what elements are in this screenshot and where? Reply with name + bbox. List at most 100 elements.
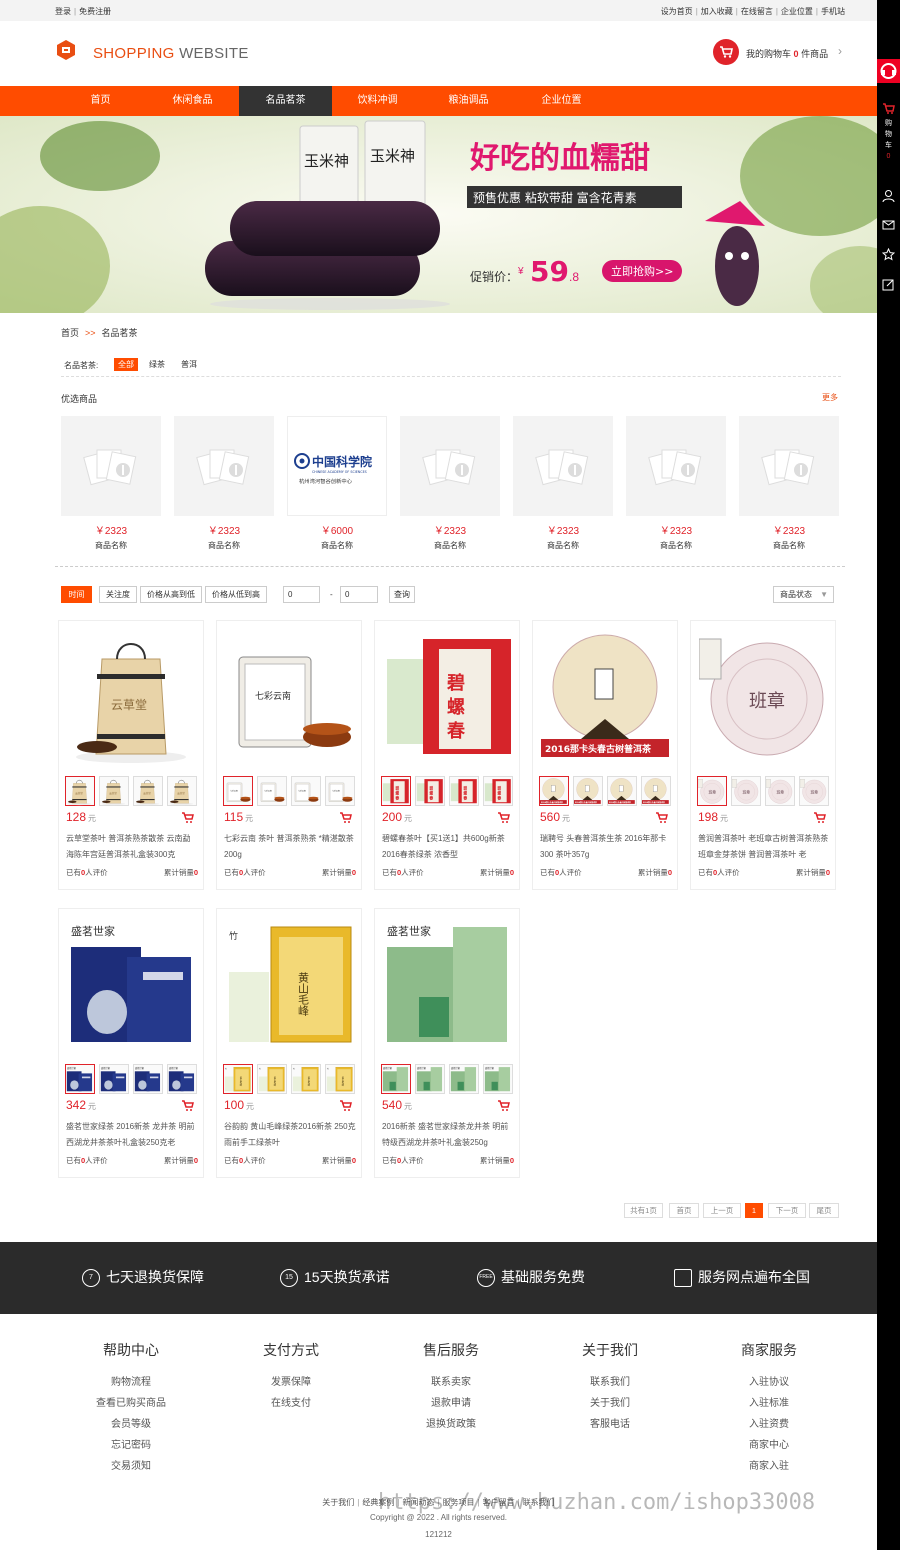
featured-item[interactable]: ￥2323 商品名称 (174, 416, 274, 552)
product-thumbnail[interactable]: 七彩云南 (325, 776, 355, 806)
product-thumbnail[interactable]: 2016那卡头春古树普洱茶 (573, 776, 603, 806)
logo-icon[interactable] (55, 39, 77, 61)
page-last-button[interactable]: 尾页 (809, 1203, 839, 1218)
company-location-link[interactable]: 企业位置 (781, 7, 813, 16)
product-title[interactable]: 七彩云南 茶叶 普洱茶熟茶 *精湛散茶 200g (224, 831, 356, 863)
featured-name[interactable]: 商品名称 (400, 540, 500, 551)
sort-price-desc-button[interactable]: 价格从高到低 (140, 586, 202, 603)
product-image[interactable]: 盛茗世家 (67, 917, 195, 1057)
product-title[interactable]: 碧螺春茶叶【买1送1】共600g新茶2016春茶绿茶 浓香型 (382, 831, 514, 863)
add-to-cart-icon[interactable] (181, 1100, 195, 1112)
product-title[interactable]: 普润普洱茶叶 老班章古树普洱茶熟茶班章金芽茶饼 普润普洱茶叶 老 (698, 831, 830, 863)
product-card[interactable]: 黄山毛峰竹 黄山毛峰竹黄山毛峰竹黄山毛峰竹黄山毛峰竹 100 元 谷韵韵 黄山毛峰… (216, 908, 362, 1178)
online-message-link[interactable]: 在线留言 (741, 7, 773, 16)
product-thumbnail[interactable]: 盛茗世家 (99, 1064, 129, 1094)
footer-link[interactable]: 购物流程 (71, 1372, 191, 1393)
product-title[interactable]: 云草堂茶叶 普洱茶熟茶散茶 云南勐海陈年宫廷普洱茶礼盒装300克 (66, 831, 198, 863)
filter-option-all[interactable]: 全部 (114, 358, 138, 371)
promo-banner[interactable]: 玉米神 玉米神 好吃的血糯甜 预售优惠 粘软带甜 富含花青素 促销价： ¥ 59… (0, 116, 877, 313)
footer-link[interactable]: 退款申请 (391, 1393, 511, 1414)
product-image[interactable]: 云草堂 (67, 629, 195, 769)
add-to-cart-icon[interactable] (813, 812, 827, 824)
featured-name[interactable]: 商品名称 (61, 540, 161, 551)
product-thumbnail[interactable]: 班章 (731, 776, 761, 806)
footer-link[interactable]: 忘记密码 (71, 1435, 191, 1456)
footer-link[interactable]: 会员等级 (71, 1414, 191, 1435)
product-thumbnail[interactable]: 七彩云南 (291, 776, 321, 806)
set-homepage-link[interactable]: 设为首页 (661, 7, 693, 16)
product-thumbnail[interactable]: 班章 (697, 776, 727, 806)
product-thumbnail[interactable]: 碧螺春 (381, 776, 411, 806)
product-image[interactable]: 碧螺春 (383, 629, 511, 769)
user-icon[interactable] (882, 189, 895, 203)
footer-link[interactable]: 查看已购买商品 (71, 1393, 191, 1414)
product-card[interactable]: 碧螺春 碧螺春碧螺春碧螺春碧螺春 200 元 碧螺春茶叶【买1送1】共600g新茶… (374, 620, 520, 890)
banner-cta[interactable]: 立即抢购>> (611, 264, 673, 278)
product-thumbnail[interactable]: 班章 (765, 776, 795, 806)
query-button[interactable]: 查询 (389, 586, 415, 603)
sort-by-time-button[interactable]: 时间 (61, 586, 92, 603)
sort-by-popularity-button[interactable]: 关注度 (99, 586, 137, 603)
product-thumbnail[interactable]: 盛茗世家 (167, 1064, 197, 1094)
product-thumbnail[interactable]: 黄山毛峰 竹 (257, 1064, 287, 1094)
product-thumbnail[interactable]: 黄山毛峰 竹 (291, 1064, 321, 1094)
product-thumbnail[interactable]: 盛茗世家 (381, 1064, 411, 1094)
product-image[interactable]: 黄山毛峰 竹 (225, 917, 353, 1057)
footer-bottom-link[interactable]: 关于我们 (322, 1498, 354, 1507)
footer-link[interactable]: 联系我们 (550, 1372, 670, 1393)
product-thumbnail[interactable]: 云草堂 (99, 776, 129, 806)
footer-link[interactable]: 入驻标准 (709, 1393, 829, 1414)
nav-item-home[interactable]: 首页 (63, 86, 138, 116)
nav-item-location[interactable]: 企业位置 (524, 86, 599, 116)
featured-more-link[interactable]: 更多 (822, 392, 838, 403)
product-thumbnail[interactable]: 盛茗世家 (65, 1064, 95, 1094)
page-prev-button[interactable]: 上一页 (703, 1203, 741, 1218)
price-max-input[interactable]: 0 (340, 586, 378, 603)
filter-option-green-tea[interactable]: 绿茶 (145, 358, 169, 371)
product-card[interactable]: 盛茗世家 盛茗世家 盛茗世家 盛茗世家 盛茗世家 540 元 2016新茶 盛茗世家绿茶… (374, 908, 520, 1178)
add-to-cart-icon[interactable] (655, 812, 669, 824)
featured-name[interactable]: 商品名称 (513, 540, 613, 551)
product-thumbnail[interactable]: 碧螺春 (483, 776, 513, 806)
featured-item[interactable]: ￥2323 商品名称 (400, 416, 500, 552)
page-next-button[interactable]: 下一页 (768, 1203, 806, 1218)
sidebar-cart-label[interactable]: 购物车 0 (883, 118, 894, 162)
product-image[interactable]: 2016那卡头春古树普洱茶 (541, 629, 669, 769)
page-current-button[interactable]: 1 (745, 1203, 763, 1218)
product-title[interactable]: 2016新茶 盛茗世家绿茶龙井茶 明前特级西湖龙井茶叶礼盒装250g (382, 1119, 514, 1151)
product-thumbnail[interactable]: 盛茗世家 (415, 1064, 445, 1094)
footer-link[interactable]: 退换货政策 (391, 1414, 511, 1435)
product-card[interactable]: 2016那卡头春古树普洱茶 2016那卡头春古树普洱茶 2016那卡头春古树普洱茶… (532, 620, 678, 890)
cart-icon[interactable] (882, 102, 895, 115)
product-image[interactable]: 班章 (698, 629, 827, 769)
star-icon[interactable] (881, 247, 896, 261)
product-card[interactable]: 盛茗世家 盛茗世家 盛茗世家 盛茗世家 盛茗世家 342 元 盛茗世家绿茶 2016新茶… (58, 908, 204, 1178)
product-thumbnail[interactable]: 云草堂 (65, 776, 95, 806)
product-thumbnail[interactable]: 盛茗世家 (483, 1064, 513, 1094)
register-link[interactable]: 免费注册 (79, 7, 111, 16)
footer-link[interactable]: 在线支付 (231, 1393, 351, 1414)
filter-option-puer[interactable]: 普洱 (177, 358, 201, 371)
footer-link[interactable]: 商家中心 (709, 1435, 829, 1456)
login-link[interactable]: 登录 (55, 7, 71, 16)
product-image[interactable]: 盛茗世家 (383, 917, 511, 1057)
product-thumbnail[interactable]: 碧螺春 (415, 776, 445, 806)
product-card[interactable]: 七彩云南 七彩云南 七彩云南 七彩云南 七彩云南 115 元 七彩云南 茶叶 普洱茶熟茶… (216, 620, 362, 890)
featured-item[interactable]: ￥2323 商品名称 (739, 416, 839, 552)
product-card[interactable]: 班章 班章 班章 班章 班章 198 元 普润普洱茶叶 老班章古树普洱茶熟茶班章金芽茶饼… (690, 620, 836, 890)
product-thumbnail[interactable]: 云草堂 (167, 776, 197, 806)
product-image[interactable]: 七彩云南 (225, 629, 353, 769)
product-thumbnail[interactable]: 黄山毛峰 竹 (223, 1064, 253, 1094)
product-title[interactable]: 盛茗世家绿茶 2016新茶 龙井茶 明前西湖龙井茶茶叶礼盒装250克老 (66, 1119, 198, 1151)
footer-link[interactable]: 发票保障 (231, 1372, 351, 1393)
product-thumbnail[interactable]: 七彩云南 (257, 776, 287, 806)
add-to-cart-icon[interactable] (497, 812, 511, 824)
site-logo-text[interactable]: SHOPPING WEBSITE (93, 45, 249, 62)
featured-name[interactable]: 商品名称 (626, 540, 726, 551)
add-to-cart-icon[interactable] (339, 812, 353, 824)
product-thumbnail[interactable]: 盛茗世家 (449, 1064, 479, 1094)
featured-item[interactable]: ￥2323 商品名称 (626, 416, 726, 552)
nav-item-tea[interactable]: 名品茗茶 (239, 86, 332, 116)
product-thumbnail[interactable]: 2016那卡头春古树普洱茶 (539, 776, 569, 806)
product-thumbnail[interactable]: 云草堂 (133, 776, 163, 806)
